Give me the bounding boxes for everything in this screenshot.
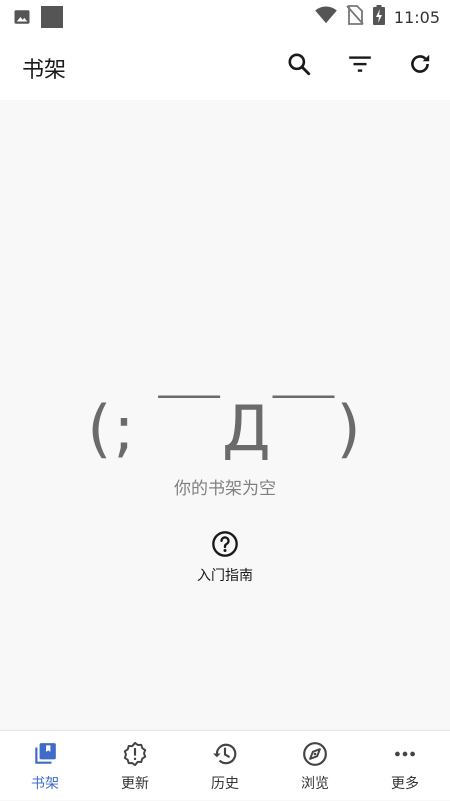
nav-label-updates: 更新 [121,776,149,792]
nav-item-more[interactable]: 更多 [360,731,450,801]
nav-item-library[interactable]: 书架 [0,731,90,801]
wifi-icon [315,6,337,28]
library-icon [32,741,58,767]
compass-icon [302,741,328,767]
getting-started-label: 入门指南 [197,568,253,584]
bottom-navigation: 书架 更新 历史 浏览 更多 [0,730,450,800]
square-icon [41,6,63,32]
nav-label-library: 书架 [31,776,59,792]
search-icon [286,51,312,81]
status-bar: 11:05 [0,0,450,32]
nav-item-history[interactable]: 历史 [180,731,270,801]
nav-item-browse[interactable]: 浏览 [270,731,360,801]
app-bar: 书架 [0,32,450,100]
battery-charging-icon [372,5,385,29]
filter-icon [347,51,373,81]
page-title: 书架 [22,58,67,83]
nav-label-history: 历史 [211,776,239,792]
library-content: (; ￣Д￣) 你的书架为空 入门指南 [0,100,450,730]
search-button[interactable] [284,51,314,81]
filter-button[interactable] [345,51,375,81]
nav-item-updates[interactable]: 更新 [90,731,180,801]
history-icon [212,741,238,767]
getting-started-button[interactable]: 入门指南 [175,530,275,590]
status-time: 11:05 [393,7,440,27]
no-sim-icon [346,5,364,29]
more-dots-icon [392,741,418,767]
nav-label-more: 更多 [391,776,419,792]
update-alert-icon [122,741,148,767]
refresh-button[interactable] [405,51,435,81]
nav-label-browse: 浏览 [301,776,329,792]
image-icon [13,8,31,30]
refresh-icon [407,51,433,81]
empty-message: 你的书架为空 [174,479,276,499]
help-circle-icon [211,530,239,558]
empty-kaomoji: (; ￣Д￣) [87,392,363,465]
